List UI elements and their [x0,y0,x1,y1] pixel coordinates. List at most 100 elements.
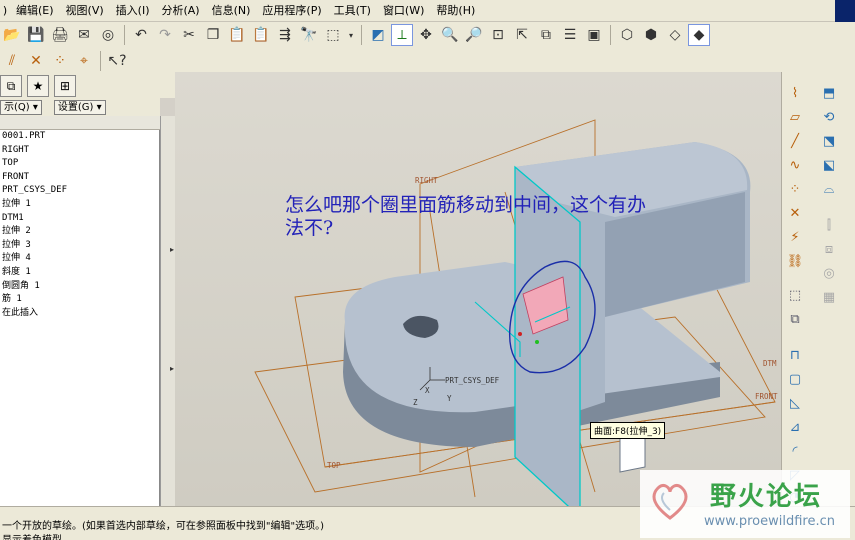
paste-special-icon[interactable]: 📋 [250,24,272,46]
datum-label-right: RIGHT [415,176,438,185]
orient-icon[interactable]: ✥ [415,24,437,46]
refit-icon[interactable]: ⊡ [487,24,509,46]
menu-tools[interactable]: 工具(T) [328,1,377,21]
reorient-icon[interactable]: ⇱ [511,24,533,46]
menu-applications[interactable]: 应用程序(P) [256,1,327,21]
thicken-icon[interactable]: ▦ [818,286,840,308]
csys-display-icon[interactable]: ⌖ [73,50,95,72]
csys-label: PRT_CSYS_DEF [445,376,500,385]
sketch-icon[interactable]: ⌇ [784,82,806,104]
datum-axis-display-icon[interactable]: ✕ [25,50,47,72]
model-icon[interactable]: ◎ [97,24,119,46]
tree-item[interactable]: TOP [0,157,159,171]
zoom-out-icon[interactable]: 🔎 [463,24,485,46]
tree-item[interactable]: 斜度 1 [0,266,159,280]
favorites-tab-icon[interactable]: ⊞ [54,75,76,97]
datum-axis-icon[interactable]: ╱ [784,130,806,152]
select-dropdown-icon[interactable]: ▾ [346,24,356,46]
navigator-sash[interactable] [160,116,175,506]
offset-icon[interactable]: ◎ [818,262,840,284]
tree-item[interactable]: 筋 1 [0,293,159,307]
tree-item[interactable]: 拉伸 3 [0,239,159,253]
show-dropdown-label: 示(Q) [4,101,30,113]
view-manager-icon[interactable]: ▣ [583,24,605,46]
wireframe-icon[interactable]: ⬡ [616,24,638,46]
menu-window[interactable]: 窗口(W) [377,1,430,21]
analysis-feature-icon[interactable]: ⚡ [784,226,806,248]
open-folder-icon[interactable]: 📂 [1,24,23,46]
graphics-window[interactable]: RIGHT TOP FRONT DTM PRT_CSYS_DEF X Y Z 怎… [175,72,781,506]
datum-plane-display-icon[interactable]: ⫽ [1,50,23,72]
menu-view[interactable]: 视图(V) [60,1,110,21]
saved-views-icon[interactable]: ⧉ [535,24,557,46]
tree-item[interactable]: 倒圆角 1 [0,280,159,294]
whats-this-icon[interactable]: ↖? [106,50,128,72]
save-icon[interactable]: 💾 [25,24,47,46]
mirror-icon[interactable]: ⫿ [818,214,840,236]
tree-item[interactable]: FRONT [0,171,159,185]
layers-icon[interactable]: ☰ [559,24,581,46]
rib-icon[interactable]: ◺ [784,392,806,414]
csys-axis-y: Y [447,394,452,403]
tree-item[interactable]: 在此插入 [0,307,159,321]
datum-plane-icon[interactable]: ▱ [784,106,806,128]
menu-help[interactable]: 帮助(H) [430,1,481,21]
shading-icon[interactable]: ◆ [688,24,710,46]
tree-item[interactable]: PRT_CSYS_DEF [0,184,159,198]
tree-item[interactable]: RIGHT [0,144,159,158]
datum-point-icon[interactable]: ⁘ [784,178,806,200]
menu-analysis[interactable]: 分析(A) [155,1,205,21]
select-box-icon[interactable]: ⬚ [322,24,344,46]
point-display-icon[interactable]: ⁘ [49,50,71,72]
paste-icon[interactable]: 📋 [226,24,248,46]
feature-toolbar: ⌇ ▱ ╱ ∿ ⁘ ✕ ⚡ ⛓ ⬚ ⧉ ⊓ ▢ ◺ ⊿ ◜ ◸ ◔ ⬒ ⟲ ⬔ … [781,72,855,506]
copy-icon[interactable]: ❐ [202,24,224,46]
datum-curve-icon[interactable]: ∿ [784,154,806,176]
zoom-in-icon[interactable]: 🔍 [439,24,461,46]
undo-icon[interactable]: ↶ [130,24,152,46]
cut-icon[interactable]: ✂ [178,24,200,46]
swept-blend-icon[interactable]: ⬕ [818,154,840,176]
model-tree-tab-icon[interactable]: ⧉ [0,75,22,97]
tree-item[interactable]: 拉伸 2 [0,225,159,239]
show-dropdown[interactable]: 示(Q) ▾ [0,99,42,115]
boundary-blend-icon[interactable]: ⌓ [818,178,840,200]
settings-dropdown[interactable]: 设置(G) ▾ [53,99,106,115]
round-icon[interactable]: ◜ [784,440,806,462]
merge-icon[interactable]: ⧉ [784,308,806,330]
tree-item[interactable]: 拉伸 4 [0,252,159,266]
spin-center-icon[interactable]: ⟂ [391,24,413,46]
blend-icon[interactable]: ⬚ [784,284,806,306]
menu-insert[interactable]: 插入(I) [110,1,156,21]
redo-icon[interactable]: ↷ [154,24,176,46]
hidden-line-icon[interactable]: ⬢ [640,24,662,46]
draft-icon[interactable]: ⊿ [784,416,806,438]
csys-axis-x: X [425,386,430,395]
csys-icon[interactable]: ✕ [784,202,806,224]
menu-info[interactable]: 信息(N) [206,1,257,21]
model-tree: 0001.PRT RIGHT TOP FRONT PRT_CSYS_DEF 拉伸… [0,130,160,506]
find-icon[interactable]: 🔭 [298,24,320,46]
settings-dropdown-label: 设置(G) [57,101,94,113]
folder-browser-tab-icon[interactable]: ★ [27,75,49,97]
menu-edit[interactable]: 编辑(E) [10,1,60,21]
forum-logo-icon [652,484,688,520]
extrude-icon[interactable]: ⬒ [818,82,840,104]
tree-item[interactable]: DTM1 [0,212,159,226]
no-hidden-icon[interactable]: ◇ [664,24,686,46]
menu-left-edge: ) [2,4,8,17]
sweep-icon[interactable]: ⬔ [818,130,840,152]
shell-icon[interactable]: ▢ [784,368,806,390]
print-icon[interactable]: 🖨 [49,24,71,46]
tree-item[interactable]: 0001.PRT [0,130,159,144]
revolve-icon[interactable]: ⟲ [818,106,840,128]
regenerate-icon[interactable]: ⇶ [274,24,296,46]
chain-icon[interactable]: ⛓ [784,250,806,272]
toolbar-separator [361,25,362,45]
hole-icon[interactable]: ⊓ [784,344,806,366]
repaint-icon[interactable]: ◩ [367,24,389,46]
tree-item[interactable]: 拉伸 1 [0,198,159,212]
send-icon[interactable]: ✉ [73,24,95,46]
trim-icon[interactable]: ⧈ [818,238,840,260]
main-toolbar: 📂 💾 🖨 ✉ ◎ ↶ ↷ ✂ ❐ 📋 📋 ⇶ 🔭 ⬚ ▾ ◩ ⟂ ✥ 🔍 🔎 … [0,22,855,48]
